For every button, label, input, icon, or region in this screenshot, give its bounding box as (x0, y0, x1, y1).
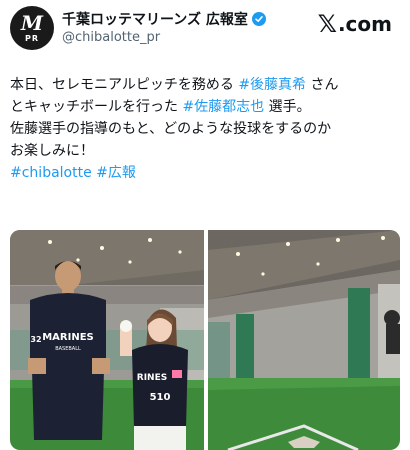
x-logo-letter: 𝕏 (317, 10, 337, 38)
guest-jersey-number: 510 (150, 392, 171, 403)
tweet-text-segment: 本日、セレモニアルピッチを務める (10, 77, 239, 93)
photo-left[interactable]: MARINES BASEBALL 32 RINES 510 (10, 230, 204, 450)
x-logo-icon[interactable]: 𝕏 .com (318, 10, 392, 38)
name-row: 千葉ロッテマリーンズ 広報室 (62, 9, 266, 29)
tweet-line-1: 本日、セレモニアルピッチを務める #後藤真希 さん (10, 74, 402, 96)
account-avatar[interactable]: M PR (10, 6, 54, 50)
player-jersey-text: MARINES (42, 332, 94, 343)
tweet-text-segment: さん (306, 77, 339, 93)
account-handle[interactable]: @chibalotte_pr (62, 30, 160, 45)
hashtag-goto-maki[interactable]: #後藤真希 (238, 77, 306, 93)
tweet-text-segment: 選手。 (264, 99, 311, 115)
player-sleeve-number: 32 (30, 335, 41, 344)
tweet-hashtags: #chibalotte #広報 (10, 162, 402, 184)
player-jersey-sub: BASEBALL (55, 346, 81, 352)
tweet-text-segment: とキャッチボールを行った (10, 99, 183, 115)
photo-right[interactable] (208, 230, 400, 450)
x-logo-suffix: .com (337, 12, 392, 36)
photo-grid: MARINES BASEBALL 32 RINES 510 (10, 230, 400, 450)
avatar-logo-sub: PR (24, 34, 40, 43)
hashtag-kouhou[interactable]: #広報 (96, 165, 136, 181)
tweet-line-2: とキャッチボールを行った #佐藤都志也 選手。 (10, 96, 402, 118)
tweet-header: M PR 千葉ロッテマリーンズ 広報室 @chibalotte_pr 𝕏 .co… (0, 0, 410, 60)
tweet-line-3: 佐藤選手の指導のもと、どのような投球をするのか (10, 121, 332, 137)
verified-badge-icon (251, 12, 266, 26)
tweet-text: 本日、セレモニアルピッチを務める #後藤真希 さん とキャッチボールを行った #… (10, 74, 402, 184)
display-name[interactable]: 千葉ロッテマリーンズ 広報室 (62, 9, 248, 29)
hashtag-chibalotte[interactable]: #chibalotte (10, 165, 92, 181)
tweet-line-4: お楽しみに！ (10, 143, 94, 159)
hashtag-sato-toshiya[interactable]: #佐藤都志也 (182, 99, 264, 115)
avatar-logo-letter: M (20, 11, 44, 35)
guest-jersey-text: RINES (137, 373, 167, 383)
